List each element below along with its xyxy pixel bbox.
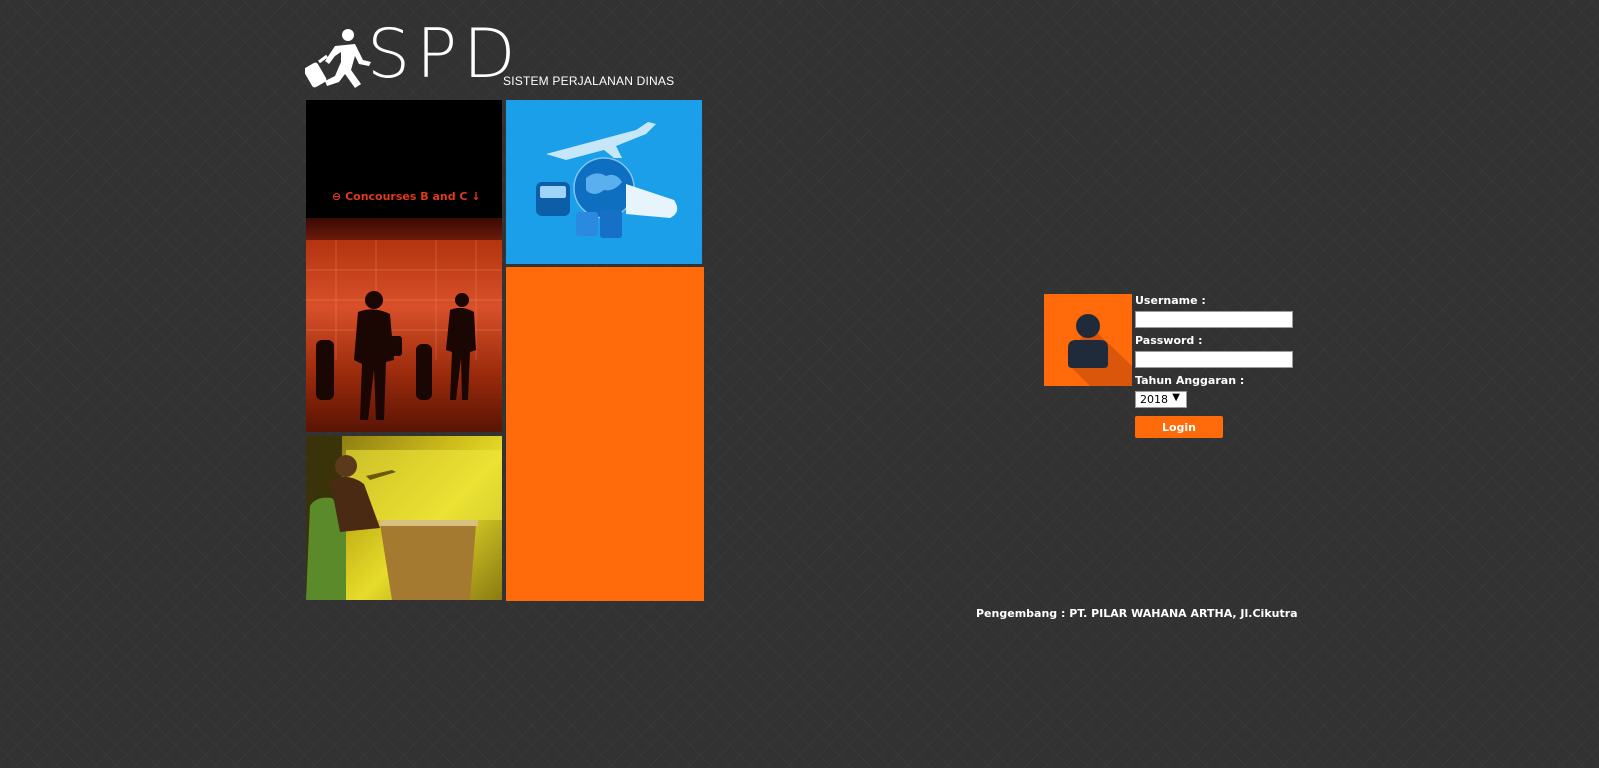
footer-developer-text: Pengembang : PT. PILAR WAHANA ARTHA, Jl.… [976,607,1297,620]
year-select[interactable]: 2018 ▼ [1135,391,1187,408]
plane-globe-train-image [536,122,678,238]
username-label: Username : [1135,294,1206,307]
login-button[interactable]: Login [1135,416,1223,438]
concourse-stripe [306,218,502,240]
dropdown-arrow-icon: ▼ [1172,392,1180,403]
traveler-with-suitcase-icon [305,29,371,88]
train-passenger-image [306,436,502,600]
logo-subtitle: SISTEM PERJALANAN DINAS [503,74,675,88]
user-avatar-box [1044,294,1132,386]
year-label: Tahun Anggaran : [1135,374,1245,387]
spd-logo: SPD SISTEM PERJALANAN DINAS [305,20,675,90]
password-input[interactable] [1135,351,1293,368]
logo-letters: SPD [367,15,522,94]
page-background [0,0,1599,768]
arrow-down-icon: ↓ [471,190,481,203]
traveler-silhouettes-image [306,240,502,420]
year-select-value: 2018 [1140,393,1168,406]
train-passenger-tile [306,436,502,600]
concourse-sign: ⊖ Concourses B and C ↓ [332,190,481,203]
airport-travelers-tile [306,240,502,432]
circle-arrow-icon: ⊖ [332,190,342,203]
concourse-sign-tile: ⊖ Concourses B and C ↓ [306,100,502,240]
username-input[interactable] [1135,311,1293,328]
travel-transport-tile [506,100,702,264]
concourse-sign-text: Concourses B and C [345,190,468,203]
orange-accent-tile [506,267,704,601]
password-label: Password : [1135,334,1203,347]
user-icon [1068,314,1132,386]
